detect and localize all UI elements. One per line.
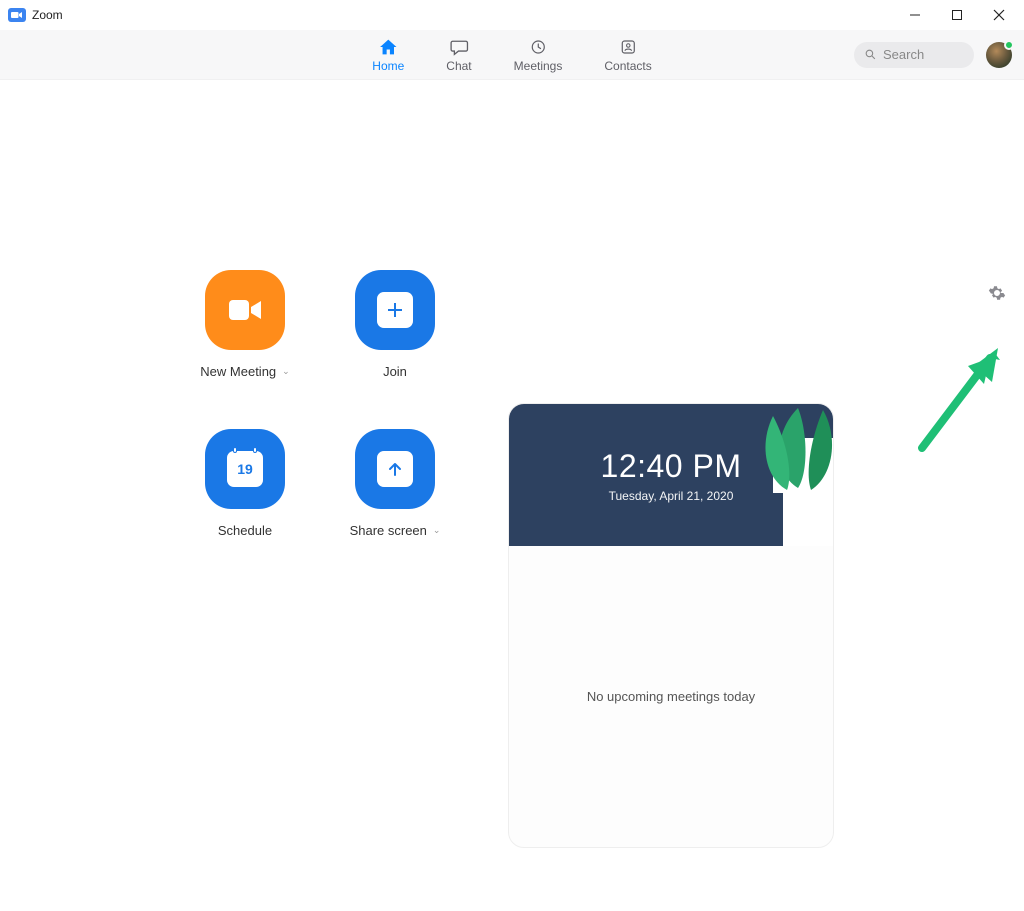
share-screen-label[interactable]: Share screen ⌄ bbox=[350, 523, 441, 538]
avatar[interactable] bbox=[986, 42, 1012, 68]
calendar-icon: 19 bbox=[227, 451, 263, 487]
tab-meetings[interactable]: Meetings bbox=[514, 37, 563, 73]
toolbar: Home Chat Meetings Contacts Search bbox=[0, 30, 1024, 80]
chat-icon bbox=[449, 37, 469, 57]
contacts-icon bbox=[618, 37, 638, 57]
info-panel: 12:40 PM Tuesday, April 21, 2020 No upco… bbox=[508, 403, 834, 848]
empty-meetings-text: No upcoming meetings today bbox=[587, 689, 755, 704]
clock-date: Tuesday, April 21, 2020 bbox=[609, 489, 734, 503]
minimize-button[interactable] bbox=[894, 0, 936, 30]
video-icon bbox=[225, 295, 265, 325]
share-screen-button[interactable] bbox=[355, 429, 435, 509]
plant-decoration bbox=[753, 404, 833, 546]
info-hero: 12:40 PM Tuesday, April 21, 2020 bbox=[509, 404, 833, 546]
clock-icon bbox=[528, 37, 548, 57]
join-label: Join bbox=[383, 364, 407, 379]
schedule-action: 19 Schedule bbox=[170, 429, 320, 538]
share-screen-action: Share screen ⌄ bbox=[320, 429, 470, 538]
schedule-button[interactable]: 19 bbox=[205, 429, 285, 509]
join-action: Join bbox=[320, 270, 470, 379]
tab-label: Chat bbox=[446, 59, 471, 73]
zoom-app-icon bbox=[8, 8, 26, 22]
new-meeting-action: New Meeting ⌄ bbox=[170, 270, 320, 379]
new-meeting-button[interactable] bbox=[205, 270, 285, 350]
tab-label: Contacts bbox=[604, 59, 651, 73]
titlebar: Zoom bbox=[0, 0, 1024, 30]
content: New Meeting ⌄ Join 19 bbox=[0, 270, 1024, 911]
plus-icon bbox=[377, 292, 413, 328]
search-placeholder: Search bbox=[883, 47, 924, 62]
tab-contacts[interactable]: Contacts bbox=[604, 37, 651, 73]
chevron-down-icon: ⌄ bbox=[282, 366, 290, 377]
new-meeting-label[interactable]: New Meeting ⌄ bbox=[200, 364, 289, 379]
settings-button[interactable] bbox=[988, 284, 1006, 307]
schedule-label: Schedule bbox=[218, 523, 272, 538]
action-grid: New Meeting ⌄ Join 19 bbox=[170, 270, 470, 538]
home-icon bbox=[378, 37, 398, 57]
titlebar-left: Zoom bbox=[8, 8, 63, 22]
join-button[interactable] bbox=[355, 270, 435, 350]
window-controls bbox=[894, 0, 1020, 30]
search-input[interactable]: Search bbox=[854, 42, 974, 68]
window-title: Zoom bbox=[32, 8, 63, 22]
tab-label: Home bbox=[372, 59, 404, 73]
search-icon bbox=[864, 48, 877, 61]
tab-label: Meetings bbox=[514, 59, 563, 73]
chevron-down-icon: ⌄ bbox=[433, 525, 441, 536]
clock-time: 12:40 PM bbox=[601, 448, 742, 485]
maximize-button[interactable] bbox=[936, 0, 978, 30]
arrow-up-icon bbox=[377, 451, 413, 487]
tab-chat[interactable]: Chat bbox=[446, 37, 471, 73]
tab-home[interactable]: Home bbox=[372, 37, 404, 73]
nav-tabs: Home Chat Meetings Contacts bbox=[372, 37, 651, 73]
presence-indicator bbox=[1004, 40, 1014, 50]
close-button[interactable] bbox=[978, 0, 1020, 30]
